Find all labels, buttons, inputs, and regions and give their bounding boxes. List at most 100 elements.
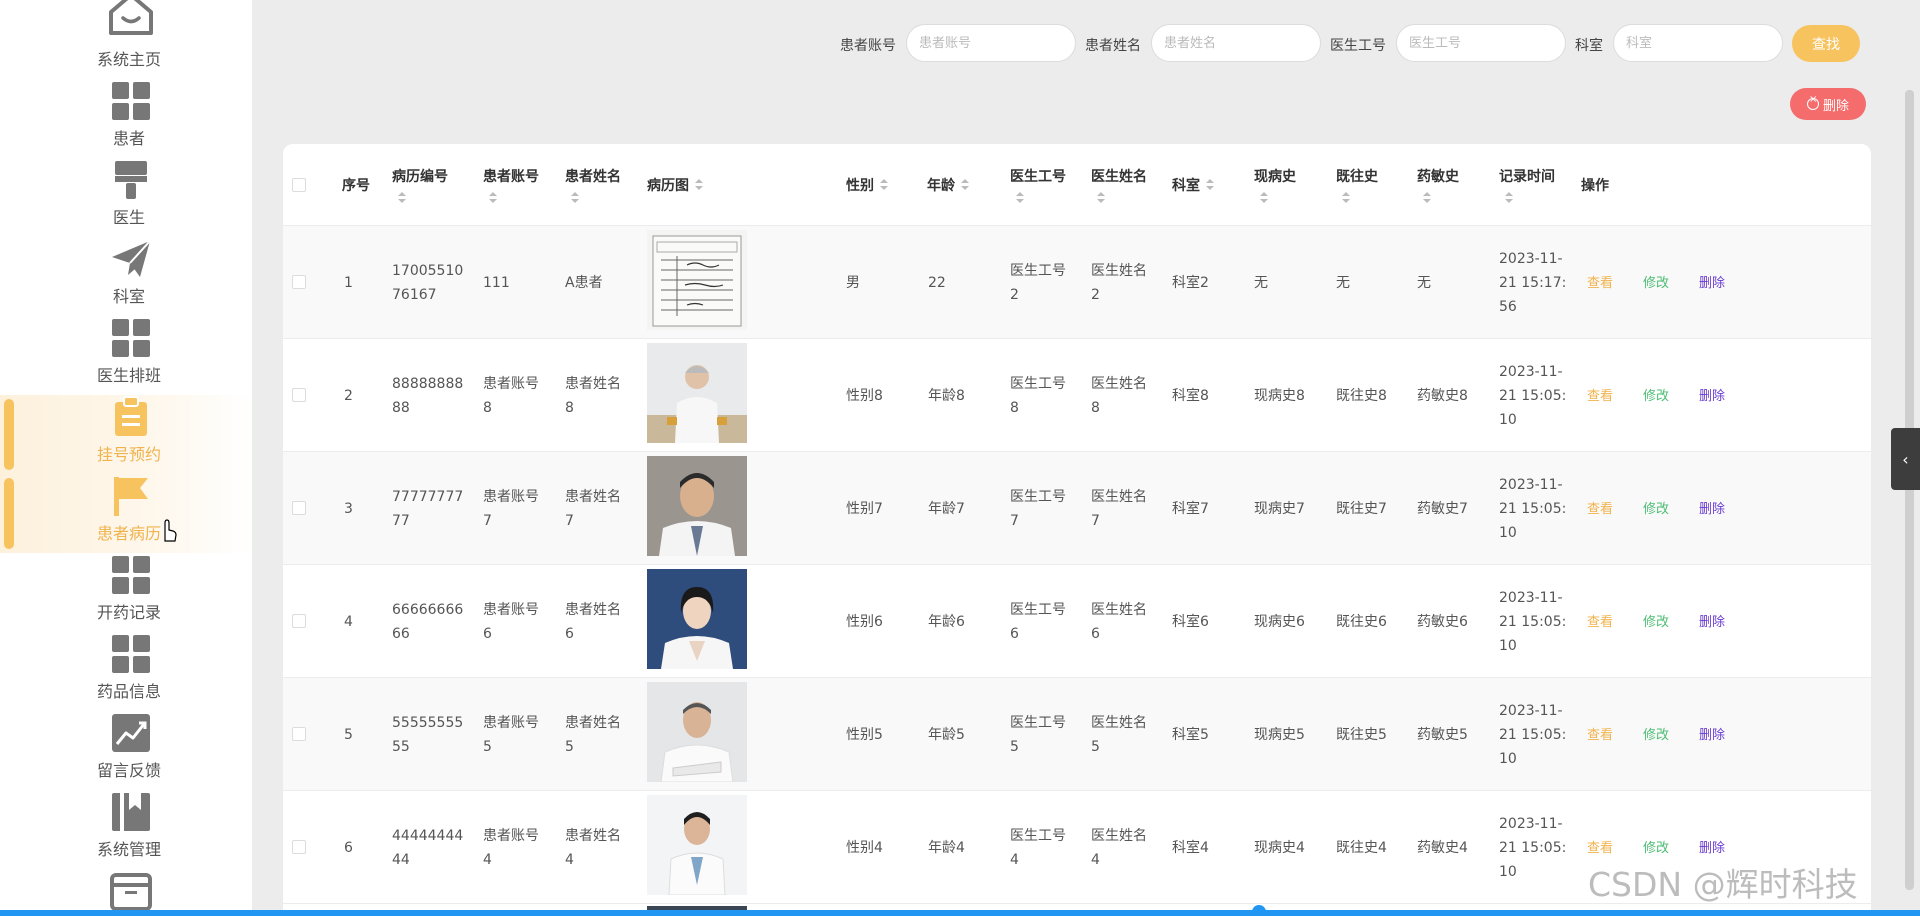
batch-delete-button[interactable]: 删除 — [1790, 88, 1866, 120]
sidebar-item-system-admin[interactable]: 系统管理 — [0, 790, 252, 869]
sidebar-item-prescriptions[interactable]: 开药记录 — [0, 553, 252, 632]
cell-index: 2 — [344, 387, 353, 404]
sort-icon[interactable] — [961, 179, 969, 191]
sort-icon[interactable] — [1016, 192, 1024, 204]
cell-gender: 性别8 — [846, 387, 883, 404]
col-allergy-history[interactable]: 药敏史 — [1417, 144, 1459, 226]
sort-icon[interactable] — [398, 192, 406, 204]
cell-record-time: 2023-11- 21 15:17: 56 — [1499, 226, 1566, 339]
cell-line: 77777777 — [392, 488, 464, 505]
cell-allergy-history: 药敏史6 — [1417, 613, 1468, 630]
sort-icon[interactable] — [1342, 192, 1350, 204]
patient-account-label: 患者账号 — [840, 38, 896, 54]
sort-icon[interactable] — [695, 179, 703, 191]
col-patient-name[interactable]: 患者姓名 — [565, 144, 621, 226]
cell-line: 7 — [1010, 512, 1019, 529]
sort-icon[interactable] — [1505, 192, 1513, 204]
horizontal-scroll-handle[interactable] — [1252, 905, 1266, 916]
patient-name-input[interactable] — [1151, 24, 1321, 62]
sidebar-item-departments[interactable]: 科室 — [0, 237, 252, 316]
record-image-thumbnail[interactable] — [647, 795, 747, 895]
row-checkbox[interactable] — [292, 275, 306, 289]
sort-icon[interactable] — [880, 179, 888, 191]
row-checkbox[interactable] — [292, 840, 306, 854]
col-gender-label: 性别 — [846, 178, 874, 194]
row-checkbox[interactable] — [292, 501, 306, 515]
col-doctor-name[interactable]: 医生姓名 — [1091, 144, 1147, 226]
delete-link[interactable]: 删除 — [1699, 272, 1725, 291]
cell-doctor-id: 医生工号 8 — [1010, 339, 1066, 452]
row-checkbox[interactable] — [292, 614, 306, 628]
col-record-no[interactable]: 病历编号 — [392, 144, 448, 226]
col-age[interactable]: 年龄 — [927, 144, 969, 226]
record-image-thumbnail[interactable] — [647, 682, 747, 782]
sidebar-item-home[interactable]: 系统主页 — [0, 0, 252, 71]
col-department[interactable]: 科室 — [1172, 144, 1214, 226]
delete-link[interactable]: 删除 — [1699, 385, 1725, 404]
view-link[interactable]: 查看 — [1587, 837, 1613, 856]
edit-link[interactable]: 修改 — [1643, 724, 1669, 743]
horizontal-scrollbar[interactable] — [0, 910, 1920, 916]
edit-link[interactable]: 修改 — [1643, 498, 1669, 517]
col-patient-account[interactable]: 患者账号 — [483, 144, 539, 226]
edit-link[interactable]: 修改 — [1643, 837, 1669, 856]
chevron-left-icon: ‹ — [1902, 449, 1909, 469]
col-present-history[interactable]: 现病史 — [1254, 144, 1296, 226]
sidebar-item-doctor-schedule[interactable]: 医生排班 — [0, 316, 252, 395]
cell-patient-account: 患者账号 5 — [483, 678, 539, 791]
sort-icon[interactable] — [1097, 192, 1105, 204]
department-input[interactable] — [1613, 24, 1783, 62]
row-checkbox[interactable] — [292, 388, 306, 402]
sort-icon[interactable] — [571, 192, 579, 204]
sort-icon[interactable] — [1260, 192, 1268, 204]
drawer-toggle[interactable]: ‹ — [1891, 428, 1920, 490]
view-link[interactable]: 查看 — [1587, 272, 1613, 291]
sidebar-item-patients[interactable]: 患者 — [0, 79, 252, 158]
sidebar-item-doctors[interactable]: 医生 — [0, 158, 252, 237]
col-record-time[interactable]: 记录时间 — [1499, 144, 1555, 226]
doctor-id-input[interactable] — [1396, 24, 1566, 62]
cell-department: 科室2 — [1172, 274, 1209, 291]
edit-link[interactable]: 修改 — [1643, 385, 1669, 404]
cell-line: 患者账号 — [483, 827, 539, 844]
col-record-image[interactable]: 病历图 — [647, 144, 703, 226]
table-row: 4 66666666 66 患者账号 6 患者姓名 6 性别6 年龄6 医生工号 6 医… — [283, 565, 1871, 678]
sidebar-item-medical-records[interactable]: 患者病历 — [0, 474, 252, 553]
sidebar-item-feedback[interactable]: 留言反馈 — [0, 711, 252, 790]
cell-line: 医生姓名 — [1091, 375, 1147, 392]
delete-link[interactable]: 删除 — [1699, 837, 1725, 856]
sidebar-item-appointments[interactable]: 挂号预约 — [0, 395, 252, 474]
cell-line: 111 — [483, 274, 510, 291]
sort-icon[interactable] — [1423, 192, 1431, 204]
record-image-thumbnail[interactable] — [647, 456, 747, 556]
sort-icon[interactable] — [489, 192, 497, 204]
view-link[interactable]: 查看 — [1587, 498, 1613, 517]
record-image-thumbnail[interactable] — [647, 230, 747, 330]
record-image-thumbnail[interactable] — [647, 343, 747, 443]
select-all-checkbox[interactable] — [292, 178, 306, 192]
sort-icon[interactable] — [1206, 179, 1214, 191]
row-checkbox[interactable] — [292, 727, 306, 741]
view-link[interactable]: 查看 — [1587, 611, 1613, 630]
edit-link[interactable]: 修改 — [1643, 611, 1669, 630]
col-doctor-id[interactable]: 医生工号 — [1010, 144, 1066, 226]
search-button[interactable]: 查找 — [1792, 25, 1860, 62]
sidebar-item-more[interactable] — [0, 869, 252, 916]
sidebar-item-drug-info[interactable]: 药品信息 — [0, 632, 252, 711]
edit-link[interactable]: 修改 — [1643, 272, 1669, 291]
cell-patient-account: 患者账号 7 — [483, 452, 539, 565]
view-link[interactable]: 查看 — [1587, 724, 1613, 743]
cell-line: 10 — [1499, 863, 1517, 880]
delete-link[interactable]: 删除 — [1699, 724, 1725, 743]
cell-line: 患者姓名 — [565, 488, 621, 505]
view-link[interactable]: 查看 — [1587, 385, 1613, 404]
delete-link[interactable]: 删除 — [1699, 611, 1725, 630]
cell-record-time: 2023-11- 21 15:05: 10 — [1499, 339, 1566, 452]
record-image-thumbnail[interactable] — [647, 569, 747, 669]
vertical-scrollbar[interactable] — [1905, 90, 1914, 890]
flag-icon — [107, 474, 155, 518]
col-past-history[interactable]: 既往史 — [1336, 144, 1378, 226]
patient-account-input[interactable] — [906, 24, 1076, 62]
delete-link[interactable]: 删除 — [1699, 498, 1725, 517]
col-gender[interactable]: 性别 — [846, 144, 888, 226]
